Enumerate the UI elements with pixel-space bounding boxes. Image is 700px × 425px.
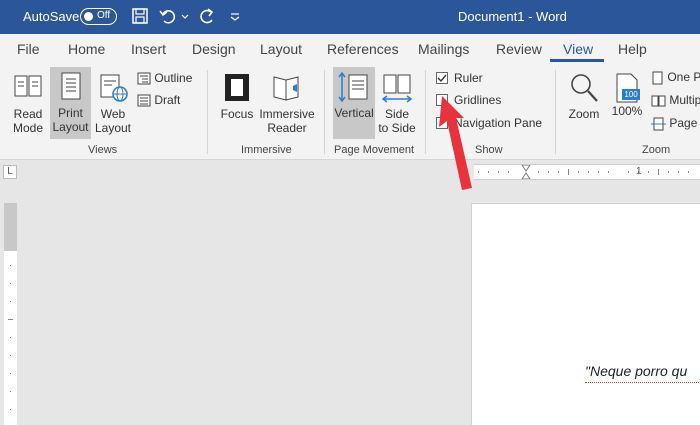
tab-design[interactable]: Design <box>192 41 236 57</box>
side-to-side-icon <box>381 74 413 103</box>
draft-button[interactable]: Draft <box>137 93 180 107</box>
ribbon-tabs: File Home Insert Design Layout Reference… <box>0 34 700 64</box>
one-page-icon <box>652 71 663 85</box>
outline-icon <box>137 72 151 85</box>
zoom-button[interactable]: Zoom <box>564 68 604 138</box>
tab-insert[interactable]: Insert <box>131 41 166 57</box>
tab-mailings[interactable]: Mailings <box>418 41 469 57</box>
save-icon[interactable] <box>130 6 150 26</box>
immersive-reader-button[interactable]: Immersive Reader <box>259 68 315 138</box>
annotation-arrow-icon <box>439 96 472 190</box>
tab-layout[interactable]: Layout <box>260 41 302 57</box>
side-to-side-label-2: to Side <box>378 121 416 135</box>
print-layout-label-2: Layout <box>52 120 89 134</box>
immersive-reader-icon <box>273 76 299 101</box>
ruler-number: 1 <box>636 166 642 177</box>
web-layout-icon <box>100 74 128 102</box>
vertical-scroll-icon <box>338 71 368 103</box>
zoom-label: Zoom <box>568 107 600 121</box>
document-page[interactable]: "Neque porro qu <box>471 203 700 425</box>
undo-icon[interactable] <box>158 6 180 26</box>
tab-file[interactable]: File <box>17 41 40 57</box>
zoom-100-icon: 100 <box>614 72 640 104</box>
side-to-side-button[interactable]: Side to Side <box>377 68 417 138</box>
group-separator <box>555 70 556 154</box>
immersive-reader-label-1: Immersive <box>259 107 315 121</box>
one-page-label: One P <box>667 70 700 84</box>
tab-view[interactable]: View <box>563 41 593 57</box>
zoom-100-badge: 100 <box>622 89 640 100</box>
print-layout-button[interactable]: Print Layout <box>50 67 91 139</box>
web-layout-button[interactable]: Web Layout <box>93 68 133 138</box>
web-layout-label-1: Web <box>100 107 126 121</box>
page-width-label: Page W <box>669 116 700 130</box>
active-tab-indicator <box>550 59 604 62</box>
ruler-row: L 1 <box>0 161 700 183</box>
immersive-reader-label-2: Reader <box>267 121 307 135</box>
print-layout-icon <box>61 72 80 100</box>
multiple-pages-icon <box>651 95 666 107</box>
autosave-state: Off <box>97 10 111 21</box>
ribbon: Read Mode Print Layout Web Layout Outlin… <box>0 64 700 160</box>
ruler-label[interactable]: Ruler <box>454 71 483 85</box>
multiple-pages-button[interactable]: Multip <box>651 93 700 108</box>
group-separator <box>324 70 325 154</box>
draft-label: Draft <box>154 93 181 107</box>
magnifier-icon <box>571 74 598 102</box>
one-page-button[interactable]: One P <box>651 70 700 85</box>
group-separator <box>207 70 208 154</box>
views-group-label: Views <box>88 144 118 156</box>
group-separator <box>425 70 426 154</box>
undo-dropdown-icon[interactable] <box>180 6 190 26</box>
read-mode-icon <box>14 75 42 97</box>
multiple-pages-label: Multip <box>669 93 700 107</box>
vertical-ruler-ticks <box>8 265 13 410</box>
autosave-label: AutoSave <box>23 9 80 24</box>
focus-icon <box>225 74 249 101</box>
checkmark-icon <box>437 74 447 83</box>
zoom-100-label: 100% <box>611 104 643 118</box>
vertical-button[interactable]: Vertical <box>333 67 375 139</box>
immersive-group-label: Immersive <box>241 144 292 156</box>
tab-selector[interactable]: L <box>3 165 17 179</box>
outline-button[interactable]: Outline <box>137 71 192 85</box>
read-mode-button[interactable]: Read Mode <box>8 68 48 138</box>
redo-icon[interactable] <box>196 6 218 26</box>
zoom-100-button[interactable]: 100 100% <box>607 68 647 138</box>
tab-review[interactable]: Review <box>496 41 542 57</box>
document-body-text[interactable]: "Neque porro qu <box>585 363 687 379</box>
tab-home[interactable]: Home <box>68 41 105 57</box>
horizontal-ruler[interactable]: 1 <box>474 164 700 180</box>
vertical-label: Vertical <box>334 106 374 120</box>
read-mode-label-1: Read <box>13 107 43 121</box>
web-layout-label-2: Layout <box>94 121 132 135</box>
spelling-underline <box>585 380 700 383</box>
toggle-knob <box>84 12 93 21</box>
tab-help[interactable]: Help <box>618 41 647 57</box>
ruler-checkbox[interactable] <box>436 72 448 84</box>
autosave-toggle[interactable]: Off <box>80 8 117 25</box>
vertical-ruler[interactable] <box>4 203 17 425</box>
title-bar: AutoSave Off Document1 - Word <box>0 0 700 34</box>
print-layout-label-1: Print <box>58 106 83 120</box>
page-width-button[interactable]: Page W <box>651 116 700 131</box>
document-title: Document1 - Word <box>458 9 567 24</box>
read-mode-label-2: Mode <box>12 121 44 135</box>
page-movement-group-label: Page Movement <box>334 144 415 156</box>
customize-toolbar-icon[interactable] <box>228 6 242 26</box>
ruler-ticks <box>478 165 689 179</box>
zoom-group-label: Zoom <box>642 144 671 156</box>
page-width-icon <box>651 117 666 131</box>
tab-references[interactable]: References <box>327 41 399 57</box>
side-to-side-label-1: Side <box>384 107 410 121</box>
outline-label: Outline <box>154 71 193 85</box>
focus-button[interactable]: Focus <box>218 68 256 138</box>
draft-icon <box>137 94 151 107</box>
focus-label: Focus <box>220 107 254 121</box>
